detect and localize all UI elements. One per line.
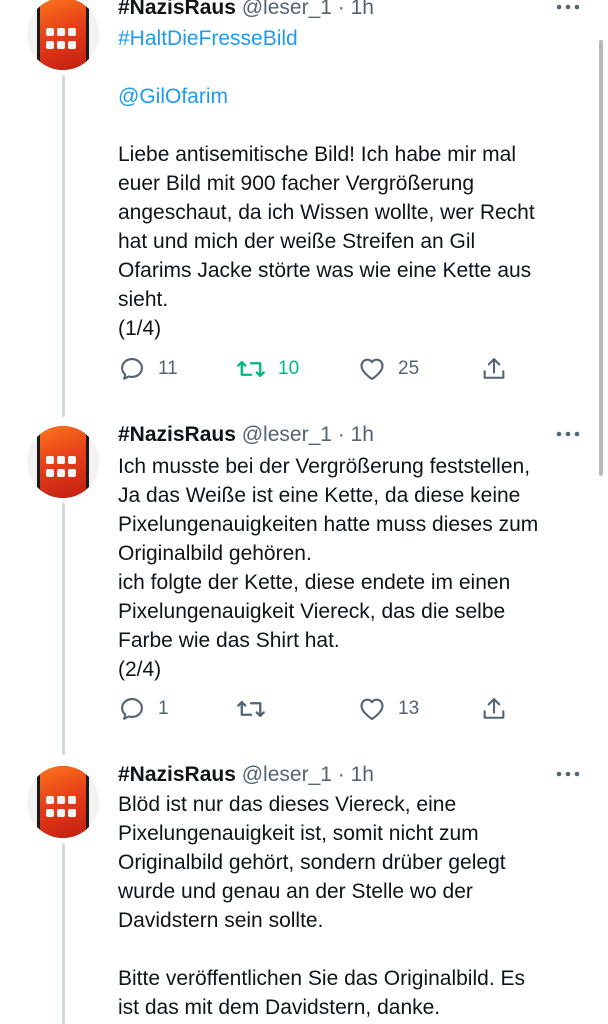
retweet-button[interactable] — [236, 694, 278, 724]
text-line: Pixelungenauigkeiten hatte muss dieses z… — [118, 513, 539, 536]
tweet-header: #NazisRaus @leser_1 · 1h — [118, 763, 374, 787]
tweet[interactable]: #NazisRaus @leser_1 · 1h Ich musste bei … — [0, 420, 608, 760]
author-name[interactable]: #NazisRaus — [118, 0, 236, 19]
more-icon[interactable] — [556, 4, 580, 14]
text-line: Ofarims Jacke störte was wie eine Kette … — [118, 259, 532, 282]
tweet[interactable]: #NazisRaus @leser_1 · 1h #HaltDieFresseB… — [0, 0, 608, 420]
tweet-actions: 11 10 25 — [118, 354, 518, 384]
text-line: Davidstern sein sollte. — [118, 909, 324, 932]
text-line: angeschaut, da ich Wissen wollte, wer Re… — [118, 201, 535, 224]
text-line: Originalbild gehören. — [118, 542, 312, 565]
author-name[interactable]: #NazisRaus — [118, 763, 236, 786]
like-count: 25 — [398, 358, 420, 379]
text-line: ist das mit dem Davidstern, danke. — [118, 996, 441, 1019]
avatar[interactable] — [27, 0, 99, 70]
separator-dot: · — [337, 423, 345, 446]
retweet-button[interactable]: 10 — [236, 354, 299, 384]
reply-icon — [121, 698, 143, 720]
tweet-actions: 1 13 — [118, 694, 518, 724]
text-line: Farbe wie das Shirt hat. — [118, 629, 340, 652]
heart-icon — [360, 358, 384, 380]
avatar-phone-screen — [40, 0, 86, 70]
share-button[interactable] — [480, 354, 508, 384]
text-line: Liebe antisemitische Bild! Ich habe mir … — [118, 143, 517, 166]
text-line: Blöd ist nur das dieses Viereck, eine — [118, 793, 457, 816]
text-line: Originalbild gehört, sondern drüber gele… — [118, 851, 506, 874]
text-line: Pixelungenauigkeit Viereck, das die selb… — [118, 600, 506, 623]
hashtag-link[interactable]: #HaltDieFresseBild — [118, 24, 578, 53]
tweet-header: #NazisRaus @leser_1 · 1h — [118, 0, 374, 20]
reply-count: 1 — [158, 698, 169, 719]
author-handle[interactable]: @leser_1 — [242, 423, 332, 446]
author-name[interactable]: #NazisRaus — [118, 423, 236, 446]
text-line: Pixelungenauigkeit ist, somit nicht zum — [118, 822, 479, 845]
timestamp[interactable]: 1h — [351, 0, 374, 19]
retweet-count: 10 — [278, 358, 300, 379]
retweet-icon — [237, 700, 265, 718]
more-icon[interactable] — [556, 771, 580, 781]
text-line: wurde und genau an der Stelle wo der — [118, 880, 473, 903]
share-button[interactable] — [480, 694, 508, 724]
separator-dot: · — [337, 763, 345, 786]
retweet-icon — [237, 360, 265, 378]
reply-button[interactable]: 11 — [118, 354, 178, 384]
tweet[interactable]: #NazisRaus @leser_1 · 1h Blöd ist nur da… — [0, 760, 608, 1024]
mention-link[interactable]: @GilOfarim — [118, 82, 578, 111]
reply-icon — [121, 358, 143, 380]
like-button[interactable]: 13 — [358, 694, 419, 724]
timestamp[interactable]: 1h — [351, 763, 374, 786]
separator-dot: · — [337, 0, 345, 19]
avatar[interactable] — [27, 426, 99, 498]
tweet-text: Blöd ist nur das dieses Viereck, eine Pi… — [118, 790, 578, 1022]
heart-icon — [360, 698, 384, 720]
text-line: Ja das Weiße ist eine Kette, da diese ke… — [118, 484, 521, 507]
avatar-phone-screen — [40, 426, 86, 498]
text-line: euer Bild mit 900 facher Vergrößerung — [118, 172, 475, 195]
tweet-header: #NazisRaus @leser_1 · 1h — [118, 423, 374, 447]
avatar[interactable] — [27, 766, 99, 838]
like-button[interactable]: 25 — [358, 354, 419, 384]
reply-count: 11 — [158, 358, 178, 379]
text-line: (2/4) — [118, 658, 162, 681]
text-line: ich folgte der Kette, diese endete im ei… — [118, 571, 511, 594]
reply-button[interactable]: 1 — [118, 694, 169, 724]
author-handle[interactable]: @leser_1 — [242, 763, 332, 786]
tweet-text: Ich musste bei der Vergrößerung feststel… — [118, 452, 578, 684]
author-handle[interactable]: @leser_1 — [242, 0, 332, 19]
text-line: Bitte veröffentlichen Sie das Originalbi… — [118, 967, 525, 990]
text-line: Ich musste bei der Vergrößerung feststel… — [118, 455, 531, 478]
tweet-text: #HaltDieFresseBild @GilOfarim Liebe anti… — [118, 24, 578, 343]
text-line — [118, 935, 578, 964]
share-icon — [483, 698, 505, 719]
timestamp[interactable]: 1h — [351, 423, 374, 446]
text-line: (1/4) — [118, 317, 162, 340]
like-count: 13 — [398, 698, 420, 719]
more-icon[interactable] — [556, 431, 580, 441]
text-line: hat und mich der weiße Streifen an Gil — [118, 230, 476, 253]
avatar-phone-screen — [40, 766, 86, 838]
share-icon — [483, 358, 505, 379]
text-line: sieht. — [118, 288, 169, 311]
